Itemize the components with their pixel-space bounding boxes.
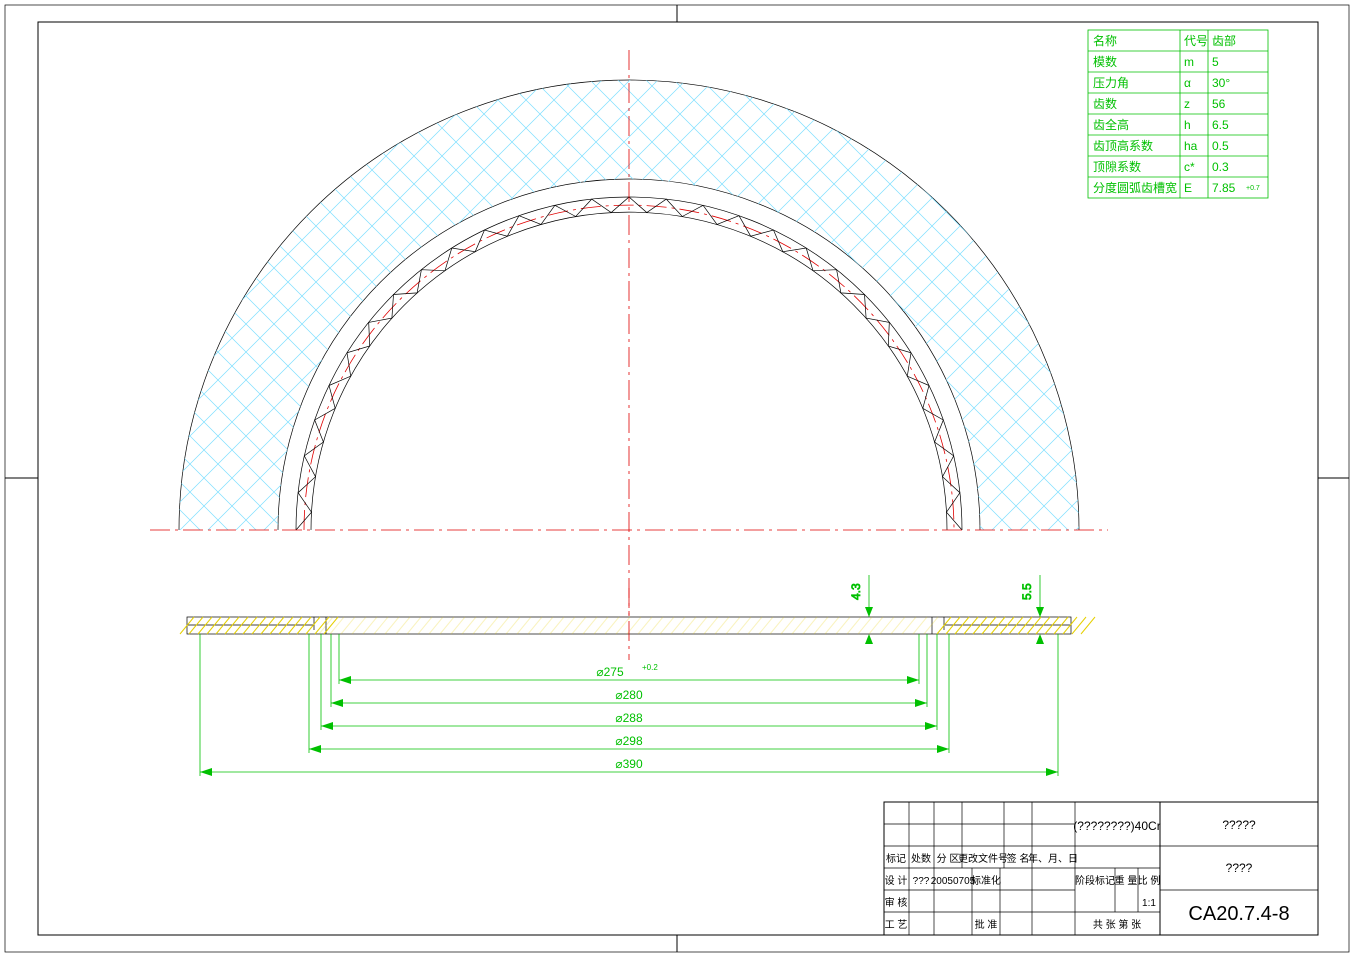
- dim-d1-tol: +0.2: [642, 663, 658, 672]
- svg-text:???: ???: [913, 876, 930, 887]
- svg-text:年、月、日: 年、月、日: [1028, 852, 1078, 865]
- svg-text:设 计: 设 计: [885, 874, 908, 887]
- svg-text:压力角: 压力角: [1093, 76, 1129, 90]
- svg-text:标准化: 标准化: [971, 874, 1001, 887]
- dim-d4: ⌀298: [615, 734, 643, 748]
- svg-text:7.85: 7.85: [1212, 181, 1236, 195]
- dim-d1: ⌀275: [596, 665, 624, 679]
- svg-text:标记: 标记: [886, 853, 906, 865]
- svg-text:m: m: [1184, 55, 1194, 69]
- dim-text-5_5: 5.5: [1020, 583, 1034, 600]
- section-view: 4.3 5.5 ⌀275 +0.2 ⌀280: [180, 575, 1095, 776]
- svg-text:6.5: 6.5: [1212, 118, 1229, 132]
- material-spec: (????????)40Cr: [1073, 819, 1160, 833]
- svg-text:0.5: 0.5: [1212, 139, 1229, 153]
- svg-text:阶段标记: 阶段标记: [1075, 874, 1115, 887]
- svg-text:名称: 名称: [1093, 33, 1117, 48]
- svg-text:c*: c*: [1184, 160, 1195, 174]
- svg-text:E: E: [1184, 181, 1192, 195]
- svg-text:齿全高: 齿全高: [1093, 117, 1129, 132]
- gear-param-table: 名称 代号齿部模数 m 5 压力角 α 30° 齿数 z 56 齿全高 h 6.5 齿顶高系数 ha 0.5 顶…: [1088, 30, 1268, 198]
- svg-text:顶隙系数: 顶隙系数: [1093, 159, 1141, 174]
- svg-text:处数: 处数: [911, 852, 931, 865]
- svg-text:h: h: [1184, 118, 1191, 132]
- svg-text:30°: 30°: [1212, 76, 1230, 90]
- svg-text:审 核: 审 核: [885, 896, 908, 909]
- svg-text:代号: 代号: [1184, 34, 1208, 48]
- dim-d5: ⌀390: [615, 757, 643, 771]
- dim-d3: ⌀288: [615, 711, 643, 725]
- drawing-frame: [38, 22, 1318, 935]
- svg-text:20050705: 20050705: [931, 876, 976, 887]
- engineering-drawing-canvas: 4.3 5.5 ⌀275 +0.2 ⌀280: [0, 0, 1354, 957]
- svg-text:齿部: 齿部: [1212, 33, 1236, 48]
- svg-text:齿数: 齿数: [1093, 96, 1117, 111]
- dim-d2: ⌀280: [615, 688, 643, 702]
- svg-text:5: 5: [1212, 55, 1219, 69]
- svg-text:0.3: 0.3: [1212, 160, 1229, 174]
- svg-text:分 区: 分 区: [937, 853, 960, 865]
- section-hatch-small: [180, 617, 1095, 634]
- svg-text:z: z: [1184, 97, 1190, 111]
- svg-text:工 艺: 工 艺: [885, 919, 908, 931]
- svg-text:批 准: 批 准: [975, 918, 998, 931]
- svg-text:更改文件号: 更改文件号: [958, 852, 1008, 865]
- drawing-title-2: ????: [1226, 861, 1253, 875]
- svg-text:共 张 第 张: 共 张 第 张: [1093, 918, 1141, 931]
- title-block: (????????)40Cr ????? ???? CA20.7.4-8 标记 …: [884, 802, 1318, 935]
- svg-text:比 例: 比 例: [1138, 874, 1161, 887]
- svg-text:α: α: [1184, 76, 1191, 90]
- drawing-number: CA20.7.4-8: [1188, 903, 1289, 925]
- svg-text:分度圆弧齿槽宽: 分度圆弧齿槽宽: [1093, 180, 1177, 195]
- svg-text:56: 56: [1212, 97, 1226, 111]
- svg-text:1:1: 1:1: [1142, 898, 1156, 909]
- drawing-title-1: ?????: [1222, 818, 1256, 832]
- svg-text:重 量: 重 量: [1115, 874, 1138, 887]
- svg-text:签 名: 签 名: [1007, 852, 1030, 865]
- svg-text:模数: 模数: [1093, 54, 1117, 69]
- svg-text:+0.7: +0.7: [1246, 185, 1260, 192]
- svg-text:ha: ha: [1184, 139, 1198, 153]
- dim-text-4_3: 4.3: [849, 583, 863, 600]
- svg-text:齿顶高系数: 齿顶高系数: [1093, 138, 1153, 153]
